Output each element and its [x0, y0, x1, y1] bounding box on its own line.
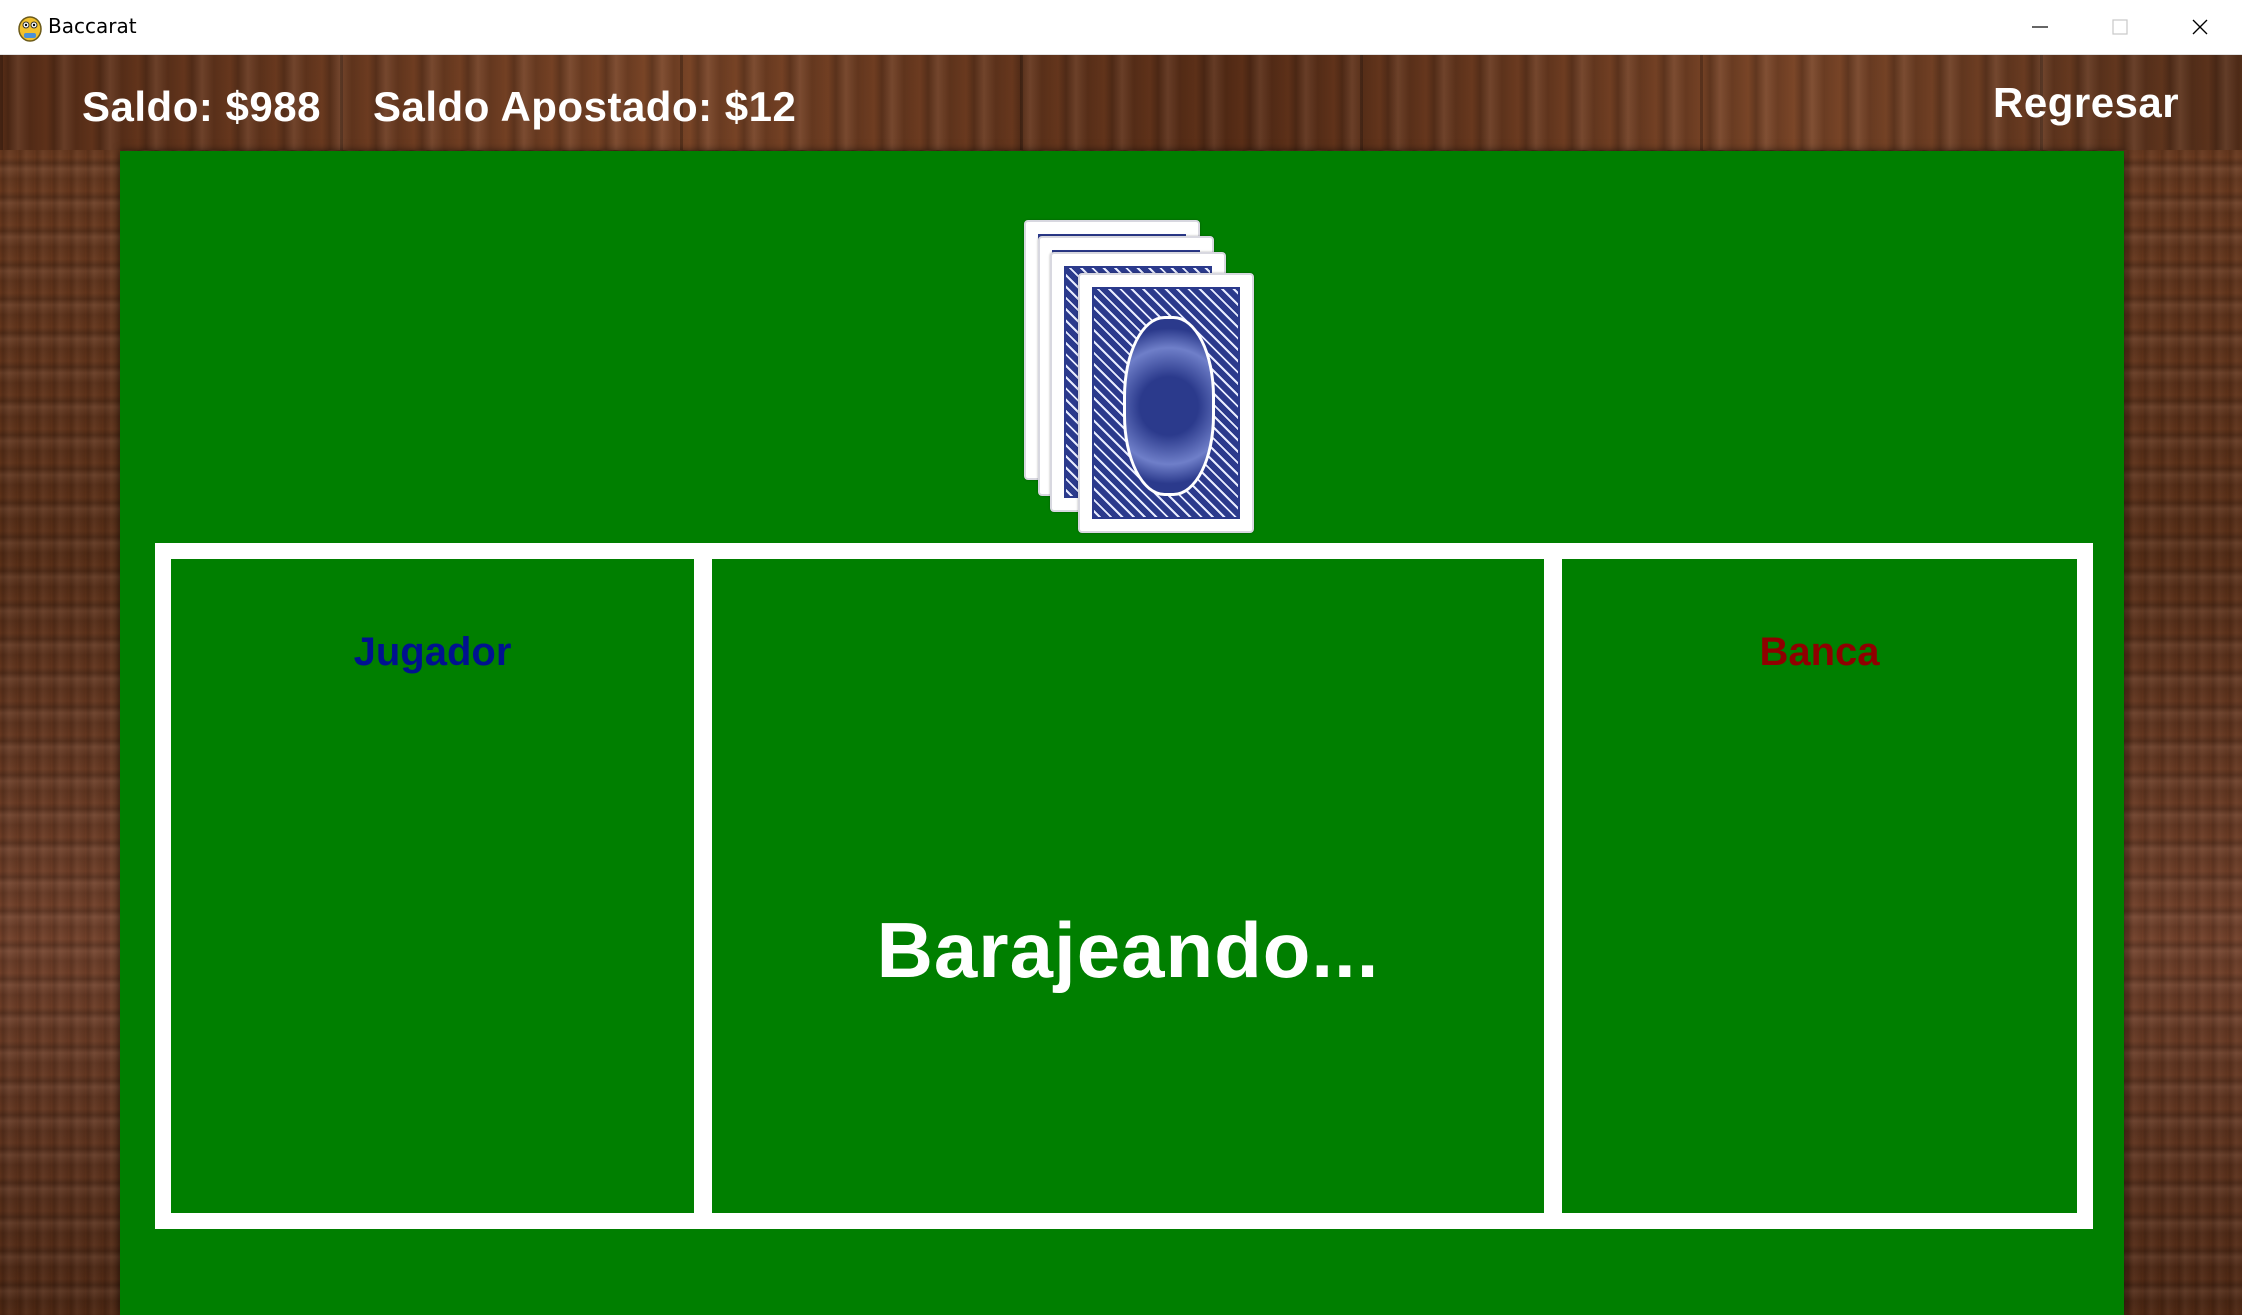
app-icon — [18, 16, 42, 42]
bet-amount-label: Saldo Apostado: $12 — [373, 83, 797, 130]
top-bar — [0, 55, 2242, 150]
status-message: Barajeando... — [876, 906, 1380, 994]
banker-label: Banca — [1759, 630, 1880, 674]
player-label: Jugador — [353, 630, 512, 674]
minimize-button[interactable] — [2000, 0, 2080, 55]
divider — [694, 559, 712, 1213]
divider — [1544, 559, 1562, 1213]
minimize-icon — [2032, 26, 2048, 28]
close-button[interactable] — [2160, 0, 2240, 55]
maximize-icon — [2112, 19, 2128, 35]
window-titlebar: Baccarat — [0, 0, 2242, 55]
back-button[interactable]: Regresar — [1993, 79, 2179, 127]
card-back — [1078, 273, 1254, 533]
balance-label: Saldo: $988 — [82, 83, 321, 130]
close-icon — [2192, 19, 2208, 35]
card-back-pattern — [1092, 287, 1240, 519]
status-area — [712, 559, 1544, 1213]
maximize-button[interactable] — [2080, 0, 2160, 55]
window-title: Baccarat — [48, 14, 137, 38]
card-deck — [1024, 220, 1264, 540]
